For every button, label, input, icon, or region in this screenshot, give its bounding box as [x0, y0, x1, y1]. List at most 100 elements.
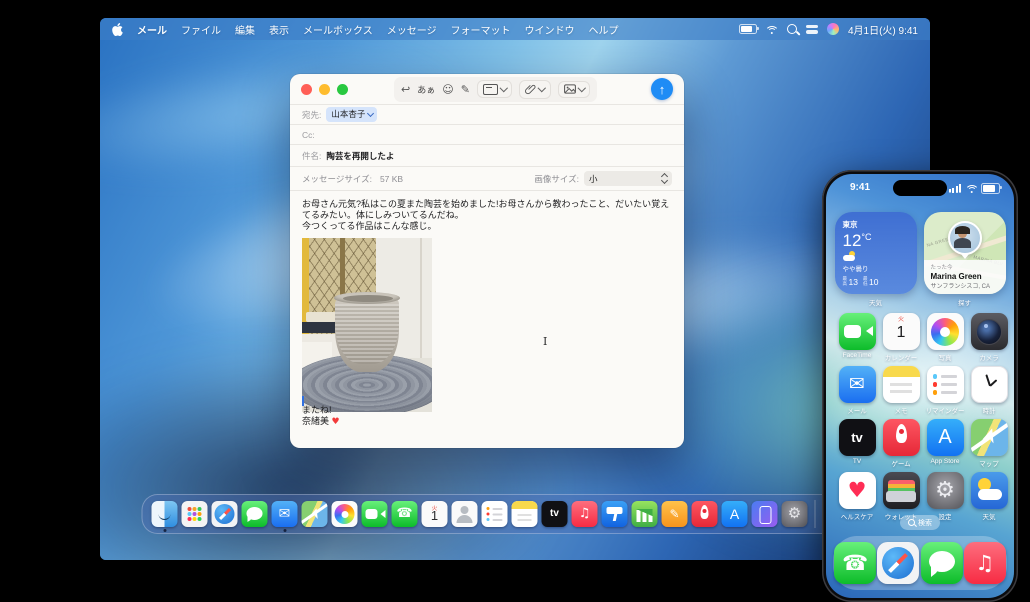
dock-calendar[interactable] [421, 501, 448, 527]
menu-bar-clock[interactable]: 4月1日(火) 9:41 [848, 22, 918, 37]
app-maps[interactable]: マップ [967, 419, 1011, 468]
home-screen-apps: FaceTime 火1カレンダー 写真 カメラ メール メモ リマインダー 時計… [826, 313, 1014, 521]
apple-menu-icon[interactable] [112, 22, 123, 36]
dock-keynote[interactable] [601, 501, 628, 527]
menu-view[interactable]: 表示 [269, 22, 289, 37]
recipient-token[interactable]: 山本杏子 [326, 107, 378, 122]
cc-field[interactable]: Cc: [290, 124, 684, 144]
app-app-store[interactable]: A App Store [923, 419, 967, 468]
dock-notes[interactable] [511, 501, 538, 527]
wifi-icon[interactable] [765, 24, 778, 34]
app-clock[interactable]: 時計 [967, 366, 1011, 415]
format-text-button[interactable]: あぁ [417, 83, 435, 96]
dock-numbers[interactable] [631, 501, 658, 527]
window-controls[interactable] [301, 83, 348, 95]
chevron-down-icon [538, 84, 547, 92]
subject-field[interactable]: 件名: 陶芸を再開したよ [290, 144, 684, 166]
dock-photos[interactable] [331, 501, 358, 527]
dock-apple-tv[interactable] [541, 501, 568, 527]
zoom-button[interactable] [337, 83, 348, 95]
app-tv[interactable]: tv TV [835, 419, 879, 468]
dock-launchpad[interactable] [181, 501, 208, 527]
partly-cloudy-icon [842, 251, 857, 261]
header-fields-button[interactable] [476, 80, 513, 98]
control-center-icon[interactable] [805, 24, 818, 34]
markup-icon[interactable]: ✎ [461, 84, 470, 95]
dock-system-settings[interactable] [781, 501, 808, 527]
dock-contacts[interactable] [451, 501, 478, 527]
siri-icon[interactable] [826, 23, 839, 35]
app-photos[interactable]: 写真 [923, 313, 967, 362]
app-wallet[interactable]: ウォレット [879, 472, 923, 521]
app-notes[interactable]: メモ [879, 366, 923, 415]
calendar-icon [421, 501, 448, 527]
launchpad-icon [181, 501, 208, 527]
message-body[interactable]: お母さん元気?私はこの夏また陶芸を始めました!お母さんから教わったこと、だいたい… [290, 190, 684, 412]
menu-edit[interactable]: 編集 [235, 22, 255, 37]
phone-icon[interactable] [834, 542, 877, 584]
music-icon[interactable] [963, 542, 1006, 584]
dock-maps[interactable] [301, 501, 328, 527]
battery-icon[interactable] [738, 24, 759, 34]
send-button[interactable]: ↑ [651, 78, 673, 100]
photo-browser-button[interactable] [557, 80, 591, 98]
dock-messages[interactable] [241, 501, 268, 527]
dock-safari[interactable] [211, 501, 238, 527]
image-size-dropdown[interactable]: 小 [584, 171, 672, 186]
menu-format[interactable]: フォーマット [451, 22, 511, 37]
dock-phone[interactable] [391, 501, 418, 527]
dock-mail[interactable] [271, 501, 298, 532]
signal-icon [949, 183, 962, 193]
iphone-status-bar: 9:41 [826, 174, 1014, 200]
menu-message[interactable]: メッセージ [387, 22, 437, 37]
app-settings[interactable]: 設定 [923, 472, 967, 521]
facetime-icon [838, 313, 876, 350]
photos-icon [331, 501, 358, 527]
menu-window[interactable]: ウインドウ [525, 22, 575, 37]
facetime-icon [361, 501, 388, 527]
findmy-widget-caption: 探す [958, 300, 971, 307]
app-store-icon: A [926, 419, 964, 456]
app-calendar[interactable]: 火 1 カレンダー [879, 313, 923, 362]
spotlight-search-pill[interactable]: 検索 [900, 515, 940, 530]
safari-icon[interactable] [877, 542, 920, 584]
dock-arcade[interactable] [691, 501, 718, 527]
dock-facetime[interactable] [361, 501, 388, 527]
heart-emoji: ♥ [331, 417, 340, 427]
app-reminders[interactable]: リマインダー [923, 366, 967, 415]
menu-file[interactable]: ファイル [181, 22, 221, 37]
dock-app-store[interactable] [721, 501, 748, 527]
menu-mailbox[interactable]: メールボックス [303, 22, 373, 37]
search-icon[interactable] [786, 24, 797, 34]
close-button[interactable] [301, 83, 312, 95]
app-camera[interactable]: カメラ [967, 313, 1011, 362]
dock-iphone-mirroring[interactable] [751, 501, 778, 527]
app-health[interactable]: ヘルスケア [835, 472, 879, 521]
app-weather[interactable]: 天気 [967, 472, 1011, 521]
to-field[interactable]: 宛先: 山本杏子 [290, 104, 684, 124]
dock-finder[interactable] [151, 501, 178, 532]
body-paragraph: 今つくってる作品はこんな感じ。 [302, 221, 437, 231]
dock-reminders[interactable] [481, 501, 508, 527]
app-facetime[interactable]: FaceTime [835, 313, 879, 362]
messages-icon[interactable] [920, 542, 963, 584]
attach-button[interactable] [519, 79, 551, 99]
app-mail[interactable]: メール [835, 366, 879, 415]
signature-line: 奈緒美 ♥ [302, 416, 340, 427]
battery-icon [981, 183, 1002, 194]
dock-music[interactable] [571, 501, 598, 527]
closing-line: またね! [302, 405, 332, 415]
chevron-down-icon [367, 109, 375, 118]
emoji-icon[interactable]: ☺ [442, 84, 453, 95]
weather-widget[interactable]: 東京 12°C やや曇り 最高 13 最低 10 [834, 212, 917, 294]
dock-pages[interactable] [661, 501, 688, 527]
findmy-widget[interactable]: NA GREEN DR MARINA BLV たった今 Marina Green… [923, 212, 1006, 294]
weather-icon [970, 472, 1008, 509]
undo-icon[interactable]: ↩ [401, 84, 410, 95]
menu-help[interactable]: ヘルプ [589, 22, 619, 37]
menu-app-name[interactable]: メール [137, 22, 167, 37]
attachment-pottery-photo[interactable] [302, 238, 432, 412]
paperclip-icon [525, 84, 536, 95]
minimize-button[interactable] [319, 83, 330, 95]
app-games[interactable]: ゲーム [879, 419, 923, 468]
